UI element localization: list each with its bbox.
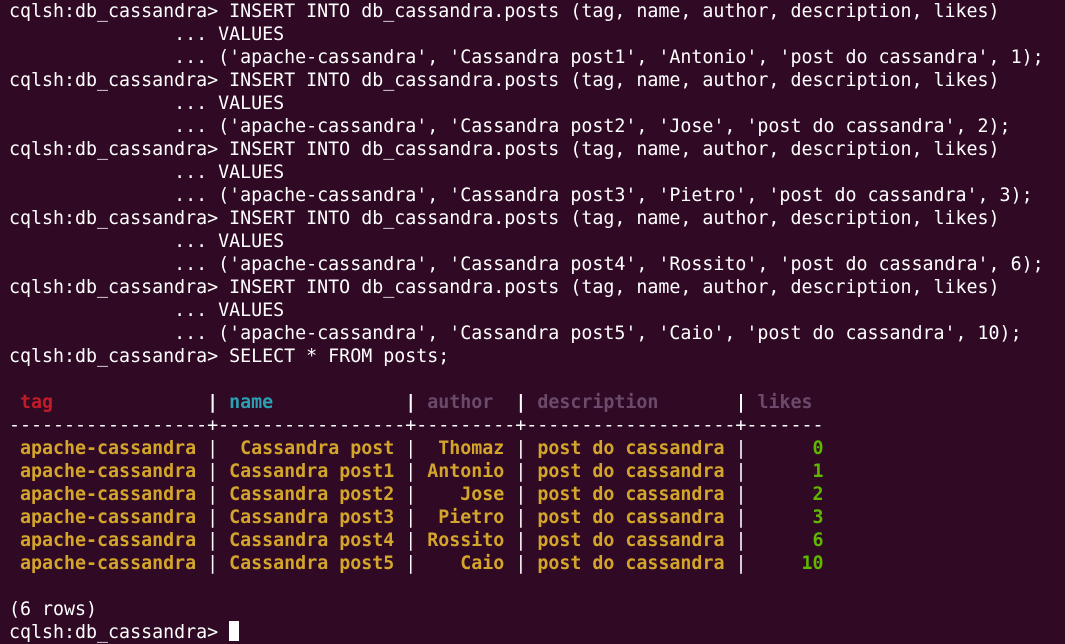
cell-tag: apache-cassandra [9, 530, 208, 551]
cell-likes: 6 [746, 530, 824, 551]
column-header-description: description [537, 392, 736, 413]
table-row: apache-cassandra | Cassandra post | Thom… [9, 438, 824, 459]
prompt-text: cqlsh:db_cassandra> [9, 622, 230, 643]
cell-tag: apache-cassandra [9, 507, 208, 528]
cell-name: Cassandra post2 [218, 484, 406, 505]
prompt-line[interactable]: cqlsh:db_cassandra> [9, 621, 1065, 644]
column-separator: | [405, 392, 428, 413]
cell-tag: apache-cassandra [9, 461, 208, 482]
command-line: ... VALUES [9, 24, 285, 45]
cell-likes: 3 [746, 507, 824, 528]
cell-tag: apache-cassandra [9, 553, 208, 574]
cell-tag: apache-cassandra [9, 438, 208, 459]
cell-author: Antonio [416, 461, 516, 482]
cell-description: post do cassandra [526, 461, 736, 482]
cell-description: post do cassandra [526, 530, 736, 551]
table-header-row: tag | name | author | description | like… [9, 391, 1065, 414]
command-line: ... ('apache-cassandra', 'Cassandra post… [9, 47, 1044, 68]
cell-description: post do cassandra [526, 553, 736, 574]
cell-name: Cassandra post3 [218, 507, 406, 528]
table-row: apache-cassandra | Cassandra post1 | Ant… [9, 461, 824, 482]
column-header-tag: tag [9, 392, 208, 413]
command-line: ... ('apache-cassandra', 'Cassandra post… [9, 323, 1022, 344]
table-row: apache-cassandra | Cassandra post3 | Pie… [9, 507, 824, 528]
cell-likes: 2 [746, 484, 824, 505]
command-line: ... ('apache-cassandra', 'Cassandra post… [9, 254, 1044, 275]
table-row: apache-cassandra | Cassandra post5 | Cai… [9, 553, 824, 574]
cell-likes: 10 [746, 553, 824, 574]
cell-name: Cassandra post5 [218, 553, 406, 574]
column-header-name: name [229, 392, 406, 413]
cell-author: Pietro [416, 507, 516, 528]
command-line: cqlsh:db_cassandra> SELECT * FROM posts; [9, 346, 450, 367]
cell-description: post do cassandra [526, 484, 736, 505]
command-line: ... ('apache-cassandra', 'Cassandra post… [9, 185, 1033, 206]
table-row: apache-cassandra | Cassandra post4 | Ros… [9, 530, 824, 551]
command-line: ... VALUES [9, 300, 285, 321]
cell-description: post do cassandra [526, 438, 736, 459]
cell-name: Cassandra post1 [218, 461, 406, 482]
terminal-output[interactable]: cqlsh:db_cassandra> INSERT INTO db_cassa… [9, 0, 1065, 643]
cursor-icon [229, 621, 240, 641]
command-line: ... ('apache-cassandra', 'Cassandra post… [9, 116, 1011, 137]
command-line: ... VALUES [9, 162, 285, 183]
cell-author: Thomaz [416, 438, 516, 459]
column-header-author: author [427, 392, 516, 413]
table-row: apache-cassandra | Cassandra post2 | Jos… [9, 484, 824, 505]
command-line: ... VALUES [9, 93, 285, 114]
row-count: (6 rows) [9, 599, 98, 620]
command-line: cqlsh:db_cassandra> INSERT INTO db_cassa… [9, 139, 1000, 160]
column-header-likes: likes [757, 392, 813, 413]
command-line: ... VALUES [9, 231, 285, 252]
cell-author: Caio [416, 553, 516, 574]
cell-author: Rossito [416, 530, 516, 551]
cell-likes: 0 [746, 438, 824, 459]
column-separator: | [207, 392, 230, 413]
cell-author: Jose [416, 484, 516, 505]
column-separator: | [735, 392, 758, 413]
table-divider: ------------------+-----------------+---… [9, 415, 824, 436]
column-separator: | [515, 392, 538, 413]
cell-name: Cassandra post [218, 438, 406, 459]
cell-name: Cassandra post4 [218, 530, 406, 551]
command-line: cqlsh:db_cassandra> INSERT INTO db_cassa… [9, 208, 1000, 229]
command-line: cqlsh:db_cassandra> INSERT INTO db_cassa… [9, 1, 1000, 22]
command-line: cqlsh:db_cassandra> INSERT INTO db_cassa… [9, 277, 1000, 298]
command-line: cqlsh:db_cassandra> INSERT INTO db_cassa… [9, 70, 1000, 91]
cell-tag: apache-cassandra [9, 484, 208, 505]
cell-likes: 1 [746, 461, 824, 482]
cell-description: post do cassandra [526, 507, 736, 528]
